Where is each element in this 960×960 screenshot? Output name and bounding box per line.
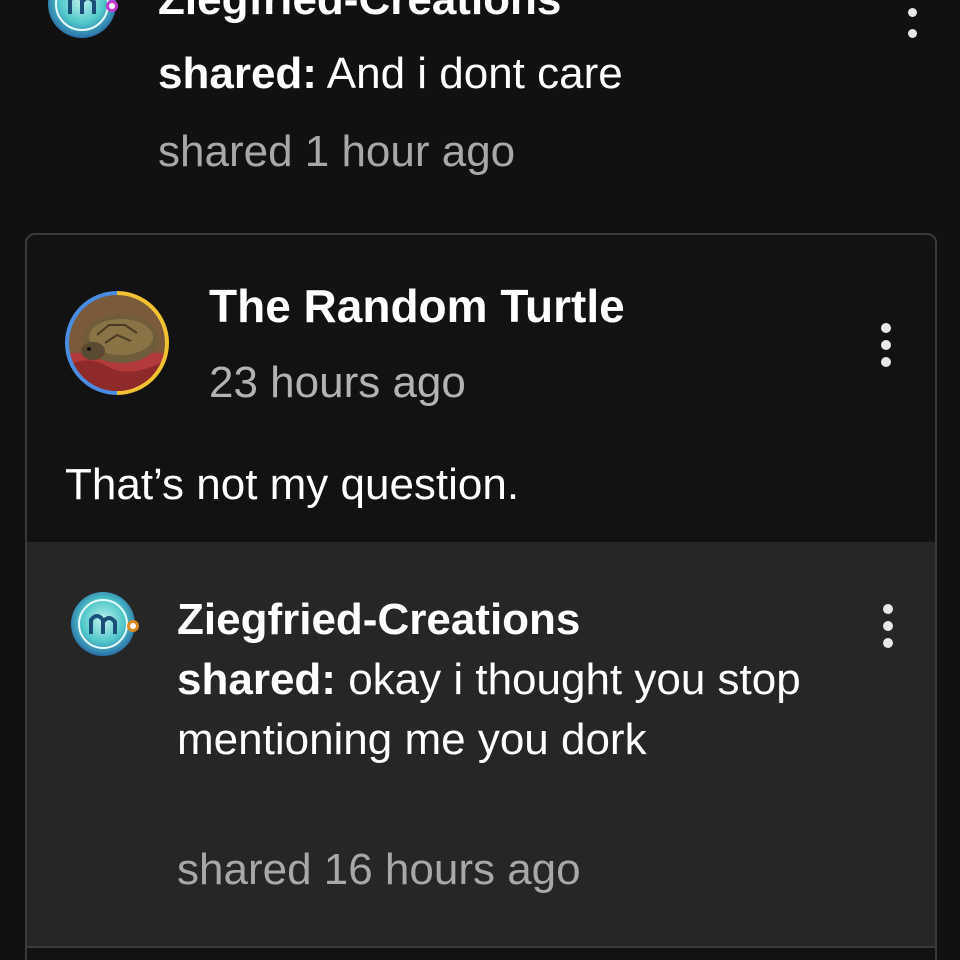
avatar[interactable] xyxy=(48,0,120,48)
post-card: The Random Turtle 23 hours ago That’s no… xyxy=(25,233,937,960)
share-message: shared: And i dont care xyxy=(158,46,623,102)
kebab-dot xyxy=(883,604,893,614)
kebab-dot xyxy=(881,357,891,367)
author-name[interactable]: Ziegfried-Creations xyxy=(158,0,561,28)
share-item: Ziegfried-Creations shared: And i dont c… xyxy=(0,0,960,220)
ziegfried-logo-icon xyxy=(48,0,118,38)
more-options-button[interactable] xyxy=(874,323,898,367)
shared-label: shared: xyxy=(177,655,336,704)
kebab-dot xyxy=(907,29,917,38)
kebab-dot xyxy=(883,621,893,631)
kebab-dot xyxy=(907,8,917,17)
kebab-dot xyxy=(883,638,893,648)
share-reply: Ziegfried-Creations shared: okay i thoug… xyxy=(27,542,935,948)
message-text: And i dont care xyxy=(326,49,623,98)
turtle-photo-avatar xyxy=(69,295,165,391)
share-message: Ziegfried-Creations shared: okay i thoug… xyxy=(177,590,857,770)
more-options-button[interactable] xyxy=(900,8,924,38)
ziegfried-logo-icon xyxy=(71,592,139,656)
more-options-button[interactable] xyxy=(876,604,900,648)
share-timestamp: shared 16 hours ago xyxy=(177,845,581,894)
shared-label: shared: xyxy=(158,49,317,98)
feed-page: Ziegfried-Creations shared: And i dont c… xyxy=(0,0,960,960)
author-name[interactable]: The Random Turtle xyxy=(209,277,625,335)
author-name[interactable]: Ziegfried-Creations xyxy=(177,595,580,644)
post-timestamp: 23 hours ago xyxy=(209,358,466,407)
kebab-dot xyxy=(881,323,891,333)
avatar[interactable] xyxy=(65,291,169,395)
share-timestamp: shared 1 hour ago xyxy=(158,127,516,176)
avatar[interactable] xyxy=(71,590,143,662)
post-body: That’s not my question. xyxy=(65,460,520,509)
kebab-dot xyxy=(881,340,891,350)
